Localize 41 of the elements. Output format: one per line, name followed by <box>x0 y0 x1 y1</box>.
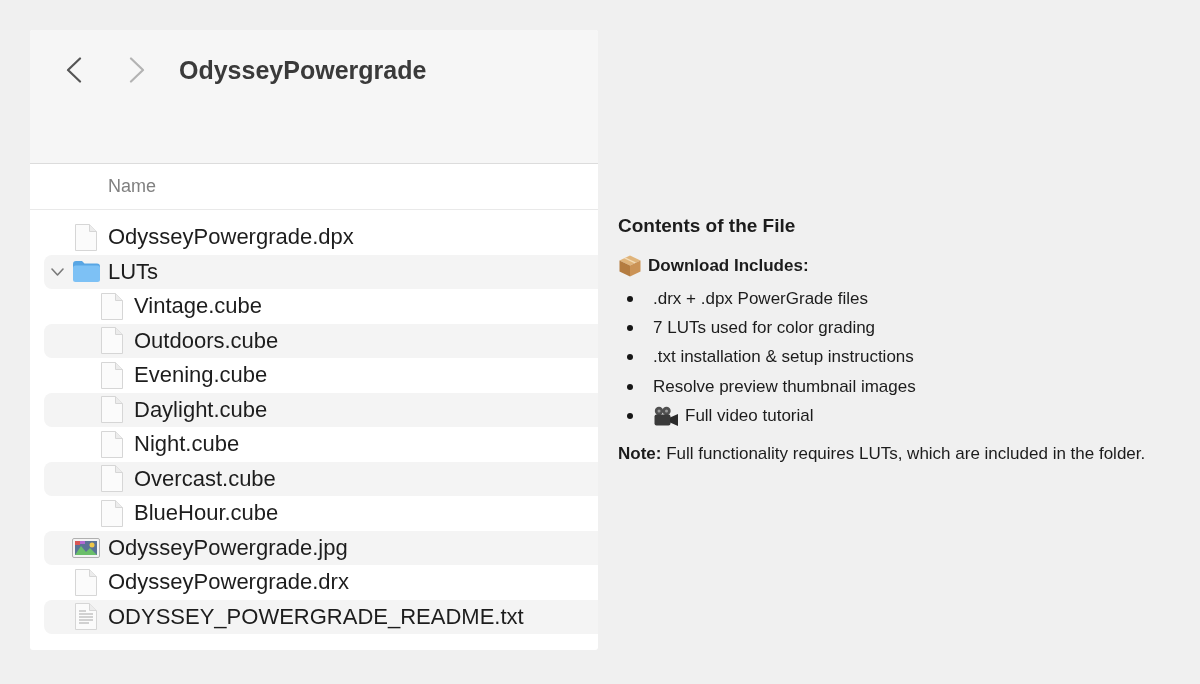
file-name[interactable]: BlueHour.cube <box>134 500 279 527</box>
text-file-icon <box>75 603 97 631</box>
file-name[interactable]: LUTs <box>108 258 159 285</box>
bullet-icon <box>627 354 633 361</box>
bullet-icon <box>627 295 633 302</box>
chevron-down-icon[interactable] <box>51 267 64 276</box>
file-name[interactable]: OdysseyPowergrade.dpx <box>108 224 354 251</box>
document-icon <box>101 361 123 389</box>
folder-icon <box>72 261 100 283</box>
file-name[interactable]: Overcast.cube <box>134 465 276 492</box>
package-icon <box>619 255 641 278</box>
bullet-icon <box>627 383 633 390</box>
column-header[interactable]: Name <box>108 176 156 197</box>
chevron-left-icon <box>66 57 82 83</box>
file-name[interactable]: Vintage.cube <box>134 293 263 320</box>
image-thumbnail-icon <box>72 537 100 558</box>
document-icon <box>101 465 123 493</box>
document-icon <box>75 223 97 251</box>
document-icon <box>101 499 123 527</box>
note-text: Note: Full functionality requires LUTs, which are included in the folder. <box>618 442 1147 465</box>
file-name[interactable]: Daylight.cube <box>134 396 268 423</box>
file-name[interactable]: Evening.cube <box>134 362 268 389</box>
chevron-right-icon <box>129 57 145 83</box>
video-camera-icon <box>654 406 678 427</box>
document-icon <box>101 292 123 320</box>
section-heading: Contents of the File <box>618 214 797 239</box>
list-item-text: .drx + .dpx PowerGrade files <box>653 288 868 309</box>
bullet-icon <box>627 413 633 420</box>
document-icon <box>101 327 123 355</box>
bullet-icon <box>627 325 633 332</box>
file-name[interactable]: Night.cube <box>134 431 240 458</box>
subheading: Download Includes: <box>648 256 809 277</box>
document-icon <box>101 430 123 458</box>
list-item-text: Resolve preview thumbnail images <box>653 376 916 397</box>
window-title: OdysseyPowergrade <box>179 55 427 86</box>
list-item-text: 7 LUTs used for color grading <box>653 318 876 339</box>
file-name[interactable]: OdysseyPowergrade.drx <box>108 569 349 596</box>
list-item-text: .txt installation & setup instructions <box>653 347 914 368</box>
list-item-text: Full video tutorial <box>685 406 814 427</box>
document-icon <box>75 568 97 596</box>
document-icon <box>101 396 123 424</box>
